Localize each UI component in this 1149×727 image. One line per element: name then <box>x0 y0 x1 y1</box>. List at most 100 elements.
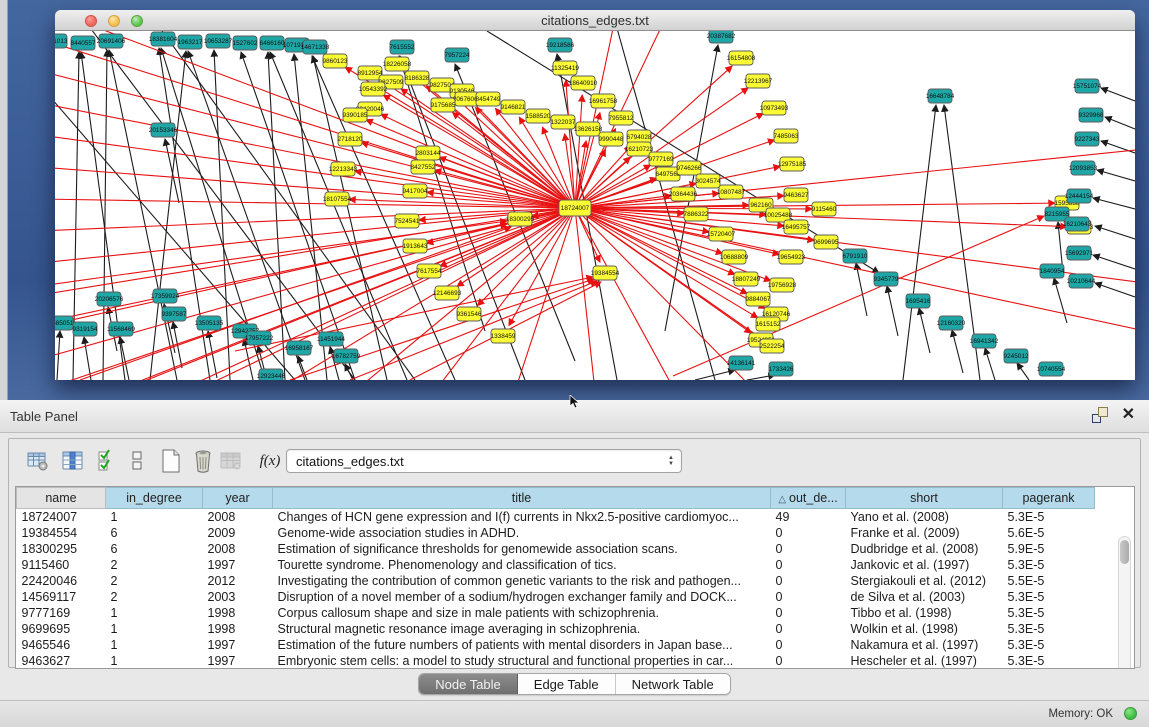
table-cell[interactable]: 6 <box>106 541 203 557</box>
table-cell[interactable]: 14569117 <box>17 589 106 605</box>
close-panel-icon[interactable]: ✕ <box>1122 407 1135 423</box>
table-cell[interactable]: 2 <box>106 557 203 573</box>
table-cell[interactable]: 0 <box>771 557 846 573</box>
table-cell[interactable]: 2 <box>106 573 203 589</box>
table-cell[interactable]: Yano et al. (2008) <box>846 509 1003 525</box>
scrollbar-thumb[interactable] <box>1120 540 1129 564</box>
table-cell[interactable]: Tourette syndrome. Phenomenology and cla… <box>273 557 771 573</box>
column-header-in_degree[interactable]: in_degree <box>106 488 203 509</box>
table-cell[interactable]: Jankovic et al. (1997) <box>846 557 1003 573</box>
table-cell[interactable]: 5.3E-5 <box>1003 605 1095 621</box>
table-cell[interactable]: 2008 <box>203 541 273 557</box>
table-cell[interactable]: 2003 <box>203 589 273 605</box>
tab-network-table[interactable]: Network Table <box>616 674 730 694</box>
table-cell[interactable]: 2012 <box>203 573 273 589</box>
table-cell[interactable]: 5.3E-5 <box>1003 589 1095 605</box>
table-cell[interactable]: 0 <box>771 541 846 557</box>
table-cell[interactable]: 0 <box>771 589 846 605</box>
network-window-titlebar[interactable]: citations_edges.txt <box>55 10 1135 31</box>
column-header-short[interactable]: short <box>846 488 1003 509</box>
checklist-icon[interactable] <box>97 447 115 475</box>
table-cell[interactable]: Genome-wide association studies in ADHD. <box>273 525 771 541</box>
table-cell[interactable]: 1997 <box>203 557 273 573</box>
table-column-icon[interactable] <box>60 447 86 475</box>
table-cell[interactable]: 18300295 <box>17 541 106 557</box>
network-canvas-area[interactable]: 1872400719384554183002959860123891295418… <box>55 31 1135 380</box>
table-cell[interactable]: 1 <box>106 605 203 621</box>
table-cell[interactable]: Structural magnetic resonance image aver… <box>273 621 771 637</box>
table-cell[interactable]: 5.3E-5 <box>1003 621 1095 637</box>
table-cell[interactable]: 5.3E-5 <box>1003 509 1095 525</box>
column-header-title[interactable]: title <box>273 488 771 509</box>
column-header-year[interactable]: year <box>203 488 273 509</box>
table-row[interactable]: 969969511998Structural magnetic resonanc… <box>17 621 1095 637</box>
table-cell[interactable]: 18724007 <box>17 509 106 525</box>
table-cell[interactable]: 5.9E-5 <box>1003 541 1095 557</box>
table-cell[interactable]: 9115460 <box>17 557 106 573</box>
table-cell[interactable]: Hescheler et al. (1997) <box>846 653 1003 669</box>
table-cell[interactable]: 1998 <box>203 605 273 621</box>
table-cell[interactable]: 5.3E-5 <box>1003 637 1095 653</box>
table-cell[interactable]: 5.3E-5 <box>1003 557 1095 573</box>
table-cell[interactable]: Tibbo et al. (1998) <box>846 605 1003 621</box>
table-cell[interactable]: Investigating the contribution of common… <box>273 573 771 589</box>
table-cell[interactable]: 5.5E-5 <box>1003 573 1095 589</box>
column-header-pagerank[interactable]: pagerank <box>1003 488 1095 509</box>
table-cell[interactable]: 0 <box>771 637 846 653</box>
table-row[interactable]: 1872400712008Changes of HCN gene express… <box>17 509 1095 525</box>
node-table[interactable]: namein_degreeyeartitle△out_de...shortpag… <box>15 486 1135 669</box>
table-vertical-scrollbar[interactable] <box>1118 536 1131 669</box>
table-cell[interactable]: de Silva et al. (2003) <box>846 589 1003 605</box>
table-cell[interactable]: Estimation of the future numbers of pati… <box>273 637 771 653</box>
tab-edge-table[interactable]: Edge Table <box>518 674 616 694</box>
table-row[interactable]: 2242004622012Investigating the contribut… <box>17 573 1095 589</box>
table-row[interactable]: 946362711997Embryonic stem cells: a mode… <box>17 653 1095 669</box>
rows-icon[interactable] <box>129 447 145 475</box>
table-row[interactable]: 911546021997Tourette syndrome. Phenomeno… <box>17 557 1095 573</box>
table-cell[interactable]: Embryonic stem cells: a model to study s… <box>273 653 771 669</box>
float-panel-icon[interactable] <box>1092 407 1108 423</box>
table-cell[interactable]: Dudbridge et al. (2008) <box>846 541 1003 557</box>
table-cell[interactable]: 2 <box>106 589 203 605</box>
table-settings-icon[interactable] <box>25 447 51 475</box>
table-cell[interactable]: 2008 <box>203 509 273 525</box>
table-cell[interactable]: 1997 <box>203 653 273 669</box>
table-cell[interactable]: 0 <box>771 525 846 541</box>
table-cell[interactable]: 1 <box>106 509 203 525</box>
network-canvas[interactable]: 1872400719384554183002959860123891295418… <box>55 31 1135 380</box>
table-cell[interactable]: 1 <box>106 637 203 653</box>
table-cell[interactable]: 0 <box>771 573 846 589</box>
table-cell[interactable]: 1 <box>106 653 203 669</box>
table-cell[interactable]: 1 <box>106 621 203 637</box>
table-cell[interactable]: 0 <box>771 605 846 621</box>
table-row[interactable]: 1456911722003Disruption of a novel membe… <box>17 589 1095 605</box>
table-cell[interactable]: 5.6E-5 <box>1003 525 1095 541</box>
function-icon[interactable]: f(x) <box>256 447 284 475</box>
table-select-dropdown[interactable]: citations_edges.txt ▲▼ <box>286 449 682 473</box>
table-cell[interactable]: 2009 <box>203 525 273 541</box>
trash-icon[interactable] <box>190 447 216 475</box>
table-cell[interactable]: Wolkin et al. (1998) <box>846 621 1003 637</box>
column-header-out_degree[interactable]: △out_de... <box>771 488 846 509</box>
table-cell[interactable]: Disruption of a novel member of a sodium… <box>273 589 771 605</box>
table-row[interactable]: 1830029562008Estimation of significance … <box>17 541 1095 557</box>
table-row[interactable]: 977716911998Corpus callosum shape and si… <box>17 605 1095 621</box>
table-cell[interactable]: 0 <box>771 653 846 669</box>
tab-node-table[interactable]: Node Table <box>419 674 518 694</box>
table-cell[interactable]: Stergiakouli et al. (2012) <box>846 573 1003 589</box>
column-header-name[interactable]: name <box>17 488 106 509</box>
table-cell[interactable]: Estimation of significance thresholds fo… <box>273 541 771 557</box>
table-cell[interactable]: 9463627 <box>17 653 106 669</box>
new-document-icon[interactable] <box>158 447 184 475</box>
table-row[interactable]: 1938455462009Genome-wide association stu… <box>17 525 1095 541</box>
table-cell[interactable]: Corpus callosum shape and size in male p… <box>273 605 771 621</box>
table-cell[interactable]: Changes of HCN gene expression and I(f) … <box>273 509 771 525</box>
table-cell[interactable]: 9777169 <box>17 605 106 621</box>
table-cell[interactable]: 49 <box>771 509 846 525</box>
table-cell[interactable]: Nakamura et al. (1997) <box>846 637 1003 653</box>
table-cell[interactable]: 9699695 <box>17 621 106 637</box>
table-cell[interactable]: 22420046 <box>17 573 106 589</box>
table-cell[interactable]: 0 <box>771 621 846 637</box>
table-cell[interactable]: 6 <box>106 525 203 541</box>
table-row[interactable]: 946554611997Estimation of the future num… <box>17 637 1095 653</box>
